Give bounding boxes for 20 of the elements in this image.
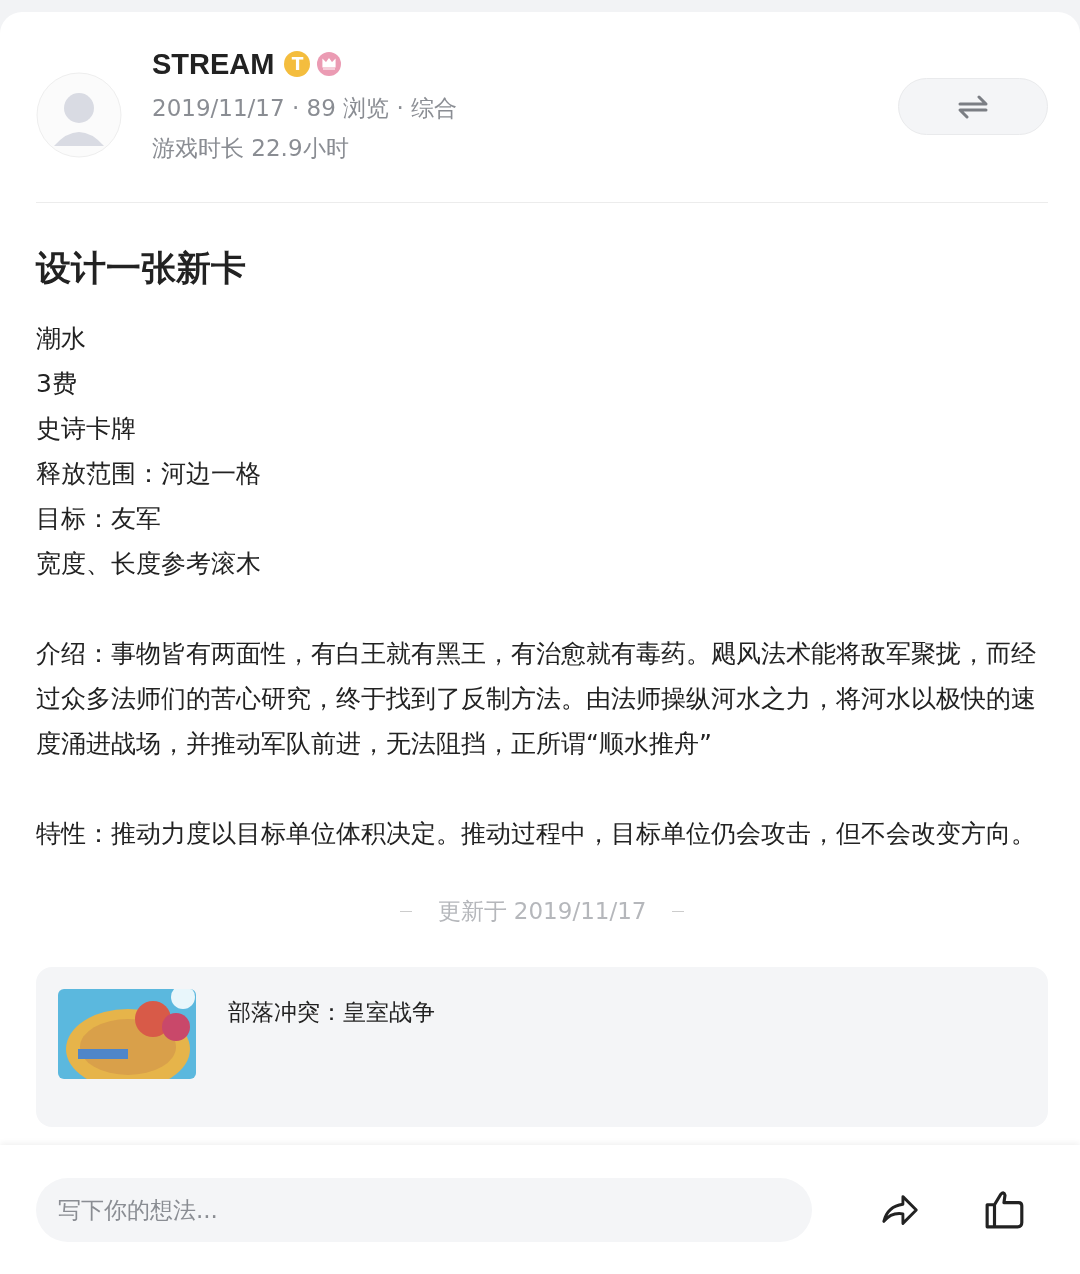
- comment-field[interactable]: 写下你的想法...: [36, 1177, 812, 1242]
- post-text: 史诗卡牌: [36, 413, 137, 445]
- post-title: 设计一张新卡: [36, 247, 247, 290]
- level-badge: T: [284, 51, 311, 77]
- playtime: 游戏时长 22.9小时: [152, 134, 350, 163]
- post-text: 目标：友军: [36, 503, 162, 535]
- crown-icon: [316, 51, 343, 77]
- author-name[interactable]: STREAM: [152, 47, 275, 81]
- game-card[interactable]: 部落冲突：皇室战争: [36, 967, 1048, 1127]
- post-meta: 2019/11/17 · 89 浏览 · 综合: [152, 94, 458, 123]
- post-text: 介绍：事物皆有两面性，有白王就有黑王，有治愈就有毒药。飓风法术能将敌军聚拢，而经过众多法师们的苦心研究，终于找到了反制方法。由法师操纵河水之力，将河水以极快的速度涌进战场，并推动军队前进，无法阻挡，正所谓“顺水推舟”: [36, 638, 1037, 760]
- post-text: 释放范围：河边一格: [36, 458, 262, 490]
- post-text: 宽度、长度参考滚木: [36, 548, 262, 580]
- thumbs-up-icon[interactable]: [984, 1189, 1026, 1230]
- update-date: 更新于 2019/11/17: [437, 897, 647, 926]
- post-text: 潮水: [36, 323, 87, 355]
- swap-icon: [958, 94, 988, 119]
- game-name: 部落冲突：皇室战争: [228, 998, 435, 1027]
- post-text: 特性：推动力度以目标单位体积决定。推动过程中，目标单位仍会攻击，但不会改变方向。: [36, 818, 1037, 850]
- post-text: 3费: [36, 368, 78, 400]
